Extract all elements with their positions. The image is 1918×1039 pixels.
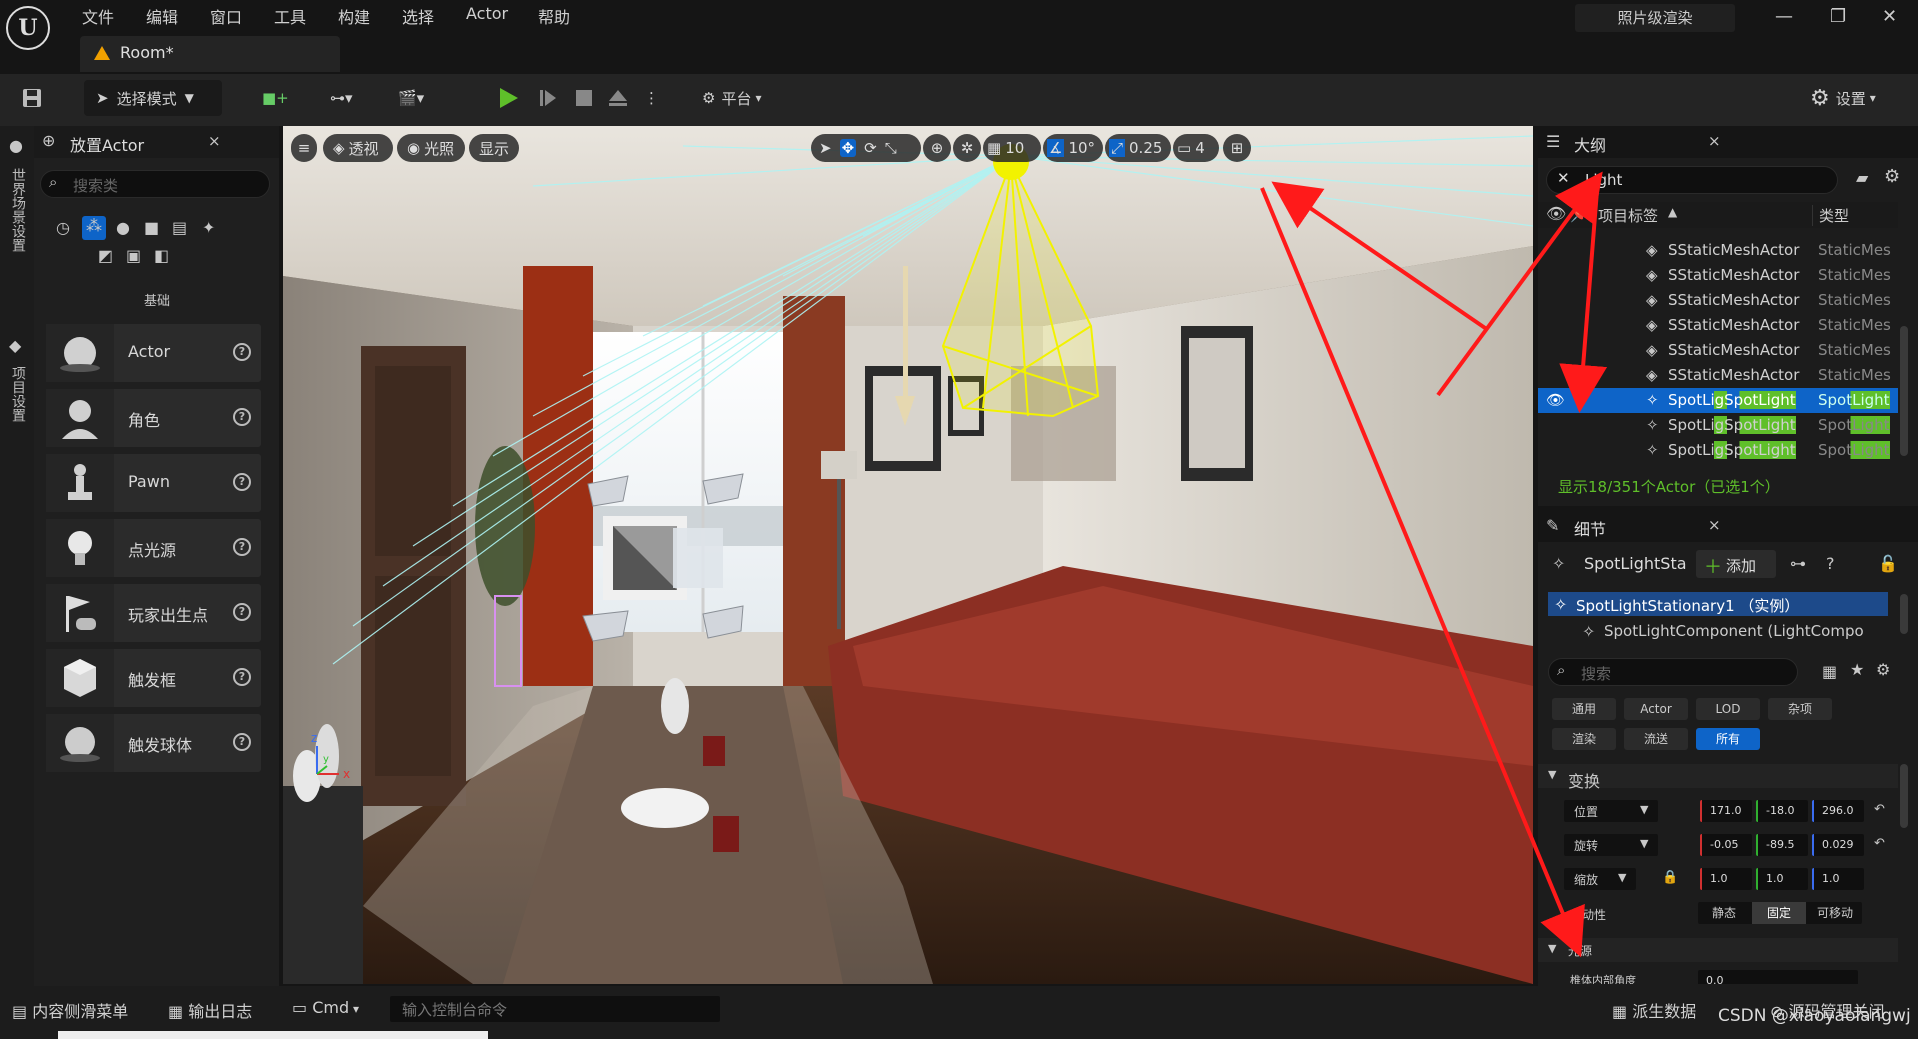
output-log-label: 输出日志 (188, 1002, 253, 1021)
derived-data-icon: ▦ (1612, 1002, 1633, 1021)
console-command-input[interactable]: 输入控制台命令 (390, 996, 720, 1022)
content-drawer-icon: ▤ (12, 1002, 33, 1021)
output-log-button[interactable]: ▦ 输出日志 (168, 998, 252, 1022)
content-drawer-button[interactable]: ▤ 内容侧滑菜单 (12, 998, 128, 1022)
derived-data-label: 派生数据 (1632, 1002, 1697, 1021)
content-drawer-label: 内容侧滑菜单 (32, 1002, 129, 1021)
console-icon: ▭ (292, 998, 313, 1017)
taskbar-strip (58, 1031, 488, 1039)
log-icon: ▦ (168, 1002, 189, 1021)
watermark-text: CSDN @xiaoyaolangwj (1718, 1006, 1911, 1026)
derived-data-button[interactable]: ▦ 派生数据 (1612, 998, 1696, 1022)
annotation-arrows (1260, 171, 1608, 958)
cmd-dropdown[interactable]: ▭ Cmd ▾ (292, 998, 359, 1017)
console-placeholder: 输入控制台命令 (402, 1001, 508, 1019)
chevron-down-icon: ▾ (349, 1002, 359, 1016)
cmd-label: Cmd (312, 998, 350, 1017)
